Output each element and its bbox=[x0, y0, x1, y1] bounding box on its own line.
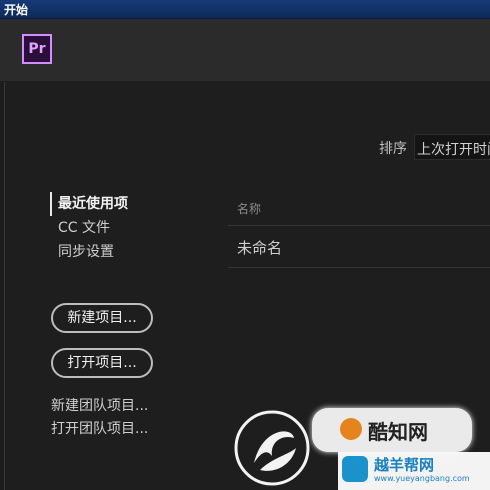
sort-label: 排序 bbox=[379, 141, 407, 157]
recent-file-row[interactable]: 未命名 bbox=[228, 227, 490, 267]
orange-dot-icon bbox=[340, 418, 362, 440]
yueyang-site-text: 越羊帮网 bbox=[374, 456, 435, 474]
new-team-project-link[interactable]: 新建团队项目... bbox=[51, 395, 148, 415]
row-divider bbox=[228, 267, 490, 268]
open-team-project-link[interactable]: 打开团队项目... bbox=[51, 418, 148, 438]
swirl-watermark-icon bbox=[234, 410, 310, 486]
yueyang-site-url: www.yueyangbang.com bbox=[374, 474, 470, 483]
premiere-logo-icon: Pr bbox=[22, 34, 52, 64]
open-project-button[interactable]: 打开项目... bbox=[51, 348, 153, 378]
title-bar: 开始 bbox=[0, 0, 490, 19]
sidebar-item-cc-files[interactable]: CC 文件 bbox=[50, 216, 128, 240]
sort-dropdown[interactable]: 上次打开时间 bbox=[414, 134, 490, 160]
app-header: Pr bbox=[0, 19, 490, 81]
sidebar-nav: 最近使用项 CC 文件 同步设置 bbox=[50, 192, 128, 264]
kuzhi-brand-text: 酷知网 bbox=[368, 420, 428, 444]
kuzhi-watermark-badge: 酷知网 bbox=[312, 408, 472, 452]
wifi-house-icon bbox=[342, 456, 368, 482]
column-divider bbox=[228, 225, 490, 226]
sidebar-item-sync-settings[interactable]: 同步设置 bbox=[50, 240, 128, 264]
recent-file-name: 未命名 bbox=[237, 239, 283, 257]
sidebar-item-recent[interactable]: 最近使用项 bbox=[50, 192, 128, 216]
window-title: 开始 bbox=[4, 3, 29, 17]
name-column-header[interactable]: 名称 bbox=[237, 200, 261, 217]
yueyang-watermark-badge: 越羊帮网 www.yueyangbang.com bbox=[338, 452, 490, 490]
new-project-button[interactable]: 新建项目... bbox=[51, 303, 153, 333]
